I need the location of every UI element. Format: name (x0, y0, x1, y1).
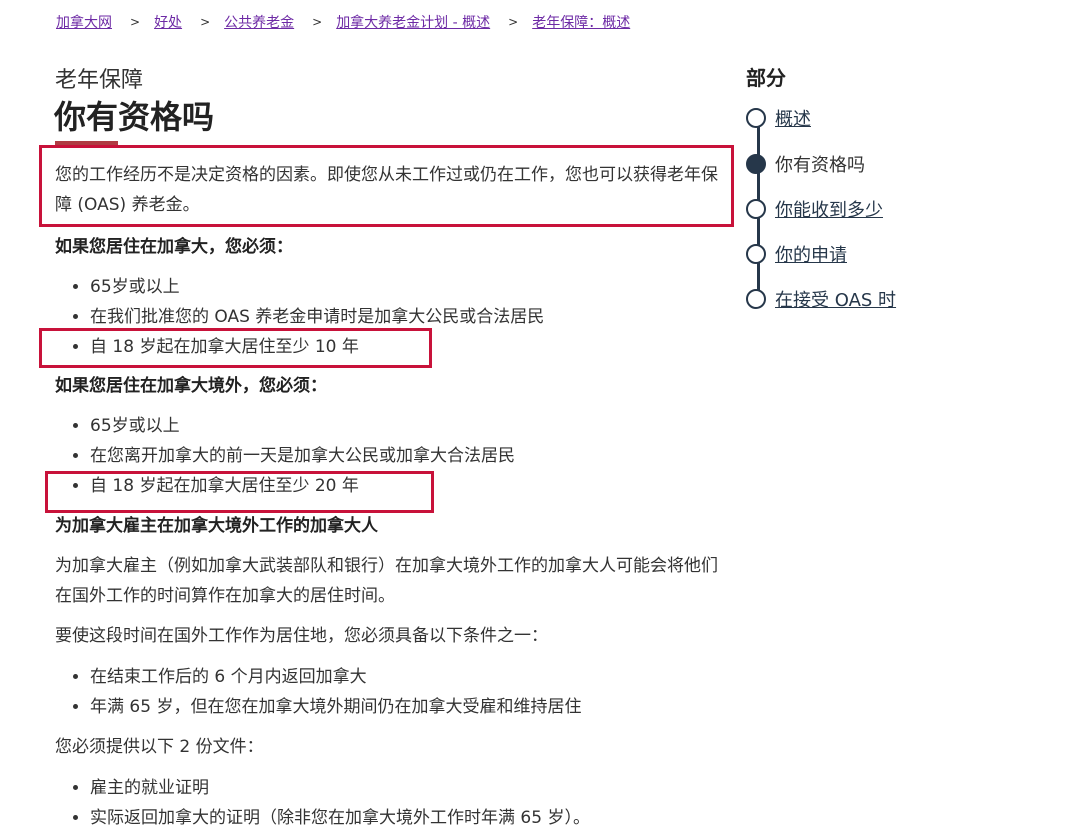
inside-canada-heading: 如果您居住在加拿大，您必须： (55, 237, 293, 257)
sidebar-item-benefit-amount[interactable]: 你能收到多少 (746, 196, 883, 222)
breadcrumb-separator: > (312, 15, 323, 29)
breadcrumb-link-cpp-overview[interactable]: 加拿大养老金计划 - 概述 (336, 12, 490, 32)
list-item: 在您离开加拿大的前一天是加拿大公民或加拿大合法居民 (90, 441, 515, 471)
step-filled-circle-icon (746, 154, 766, 174)
highlight-box-outside-residency (45, 471, 434, 513)
residence-condition-paragraph: 要使这段时间在国外工作作为居住地，您必须具备以下条件之一： (55, 626, 548, 646)
sidebar-title: 部分 (746, 66, 786, 90)
highlight-box-intro (39, 145, 734, 227)
documents-list: 雇主的就业证明 实际返回加拿大的证明（除非您在加拿大境外工作时年满 65 岁）。 (70, 773, 590, 833)
sidebar-item-receiving-oas[interactable]: 在接受 OAS 时 (746, 286, 896, 312)
list-item: 实际返回加拿大的证明（除非您在加拿大境外工作时年满 65 岁）。 (90, 803, 590, 833)
breadcrumb: 加拿大网 > 好处 > 公共养老金 > 加拿大养老金计划 - 概述 > 老年保障… (56, 9, 630, 35)
employer-heading: 为加拿大雇主在加拿大境外工作的加拿大人 (55, 516, 378, 536)
list-item: 雇主的就业证明 (90, 773, 590, 803)
step-circle-icon (746, 244, 766, 264)
sidebar-item-label: 你能收到多少 (775, 200, 883, 221)
sidebar-item-eligibility: 你有资格吗 (746, 151, 865, 177)
page-subtitle: 老年保障 (55, 68, 144, 93)
step-circle-icon (746, 108, 766, 128)
list-item: 年满 65 岁，但在您在加拿大境外期间仍在加拿大受雇和维持居住 (90, 692, 581, 722)
breadcrumb-separator: > (130, 15, 141, 29)
breadcrumb-link-public-pensions[interactable]: 公共养老金 (224, 12, 294, 32)
list-item: 65岁或以上 (90, 272, 544, 302)
sidebar-item-label: 概述 (775, 109, 811, 130)
breadcrumb-link-oas-overview[interactable]: 老年保障：概述 (532, 12, 630, 32)
sidebar-item-label: 你的申请 (775, 245, 847, 266)
breadcrumb-separator: > (200, 15, 211, 29)
conditions-list: 在结束工作后的 6 个月内返回加拿大 年满 65 岁，但在您在加拿大境外期间仍在… (70, 662, 581, 722)
sidebar-item-application[interactable]: 你的申请 (746, 241, 847, 267)
documents-paragraph: 您必须提供以下 2 份文件： (55, 737, 264, 757)
sidebar-item-overview[interactable]: 概述 (746, 105, 811, 131)
step-circle-icon (746, 199, 766, 219)
outside-canada-heading: 如果您居住在加拿大境外，您必须： (55, 376, 327, 396)
step-circle-icon (746, 289, 766, 309)
breadcrumb-link-canada[interactable]: 加拿大网 (56, 12, 112, 32)
breadcrumb-link-benefits[interactable]: 好处 (154, 12, 182, 32)
highlight-box-inside-residency (39, 328, 432, 368)
sidebar-item-label: 你有资格吗 (775, 155, 865, 176)
page-title: 你有资格吗 (54, 98, 215, 136)
sidebar-item-label: 在接受 OAS 时 (775, 290, 897, 311)
list-item: 在结束工作后的 6 个月内返回加拿大 (90, 662, 581, 692)
employer-paragraph: 为加拿大雇主（例如加拿大武装部队和银行）在加拿大境外工作的加拿大人可能会将他们在… (55, 556, 718, 606)
list-item: 65岁或以上 (90, 411, 515, 441)
breadcrumb-separator: > (508, 15, 519, 29)
